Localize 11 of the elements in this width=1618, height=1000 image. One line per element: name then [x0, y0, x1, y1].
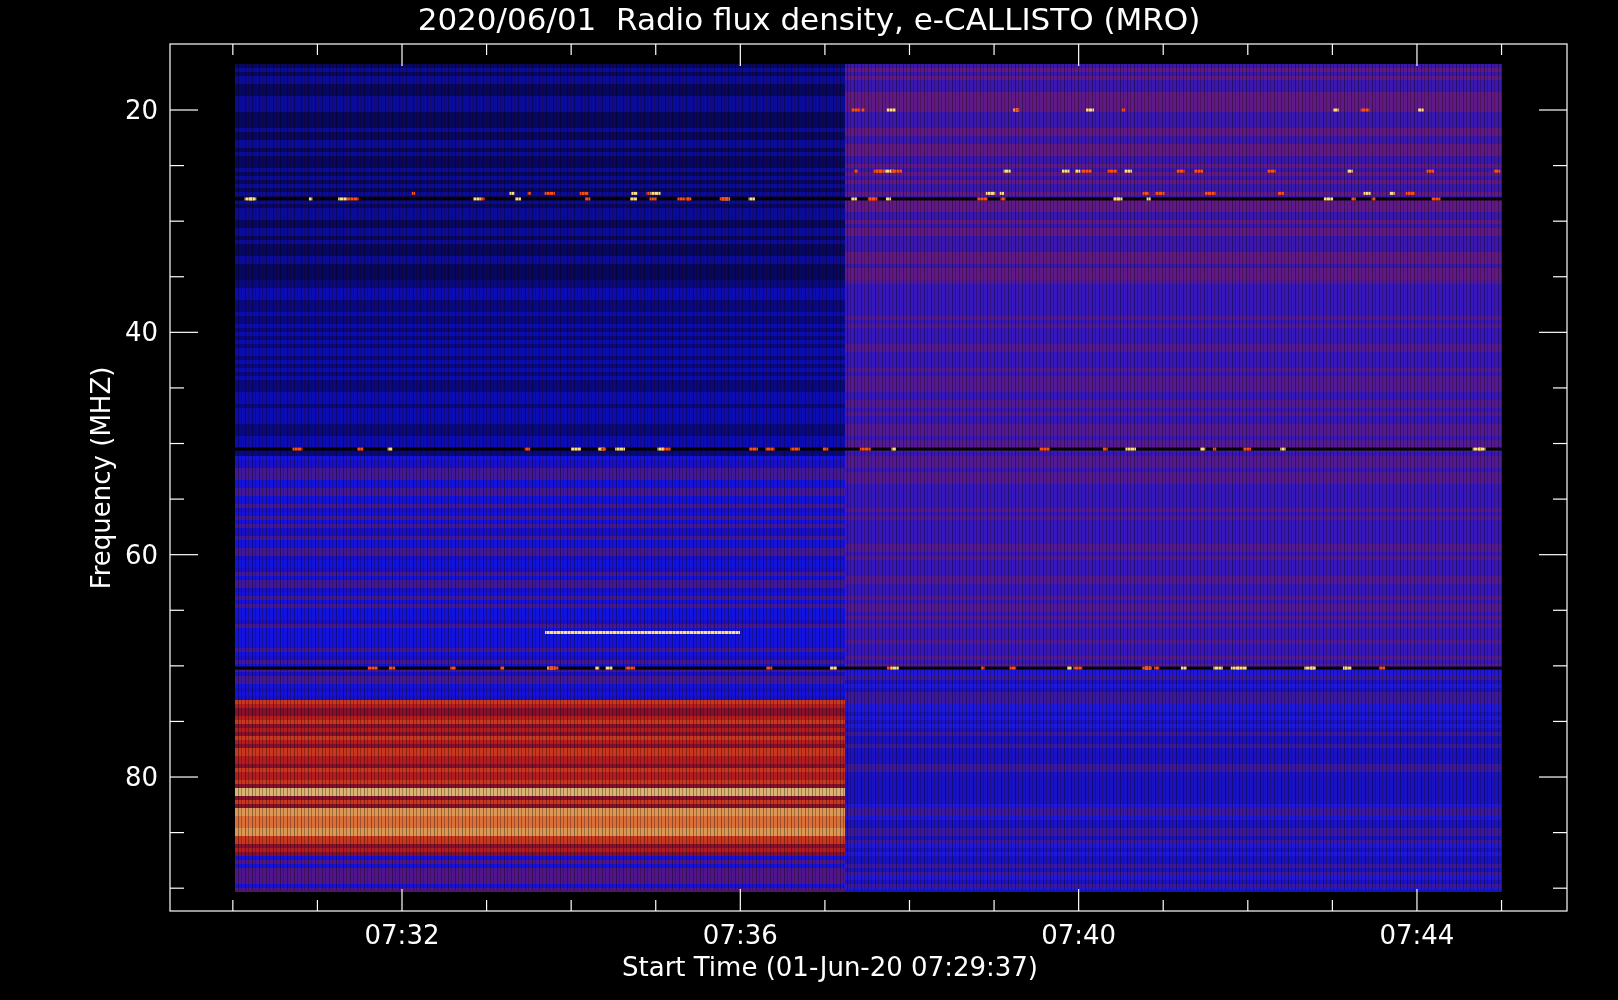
- y-tick-label: 20: [124, 95, 158, 126]
- x-tick-label: 07:40: [1041, 920, 1117, 950]
- x-axis-label: Start Time (01-Jun-20 07:29:37): [622, 952, 1038, 982]
- x-tick-label: 07:36: [702, 920, 778, 950]
- chart-title: 2020/06/01 Radio flux density, e-CALLISTO (MRO): [417, 1, 1201, 37]
- x-tick-label: 07:32: [364, 920, 440, 950]
- y-tick-label: 40: [124, 317, 158, 348]
- y-tick-label: 60: [124, 539, 158, 570]
- y-tick-label: 80: [124, 762, 158, 793]
- x-tick-label: 07:44: [1379, 920, 1455, 950]
- y-axis-label: Frequency (MHZ): [86, 366, 117, 590]
